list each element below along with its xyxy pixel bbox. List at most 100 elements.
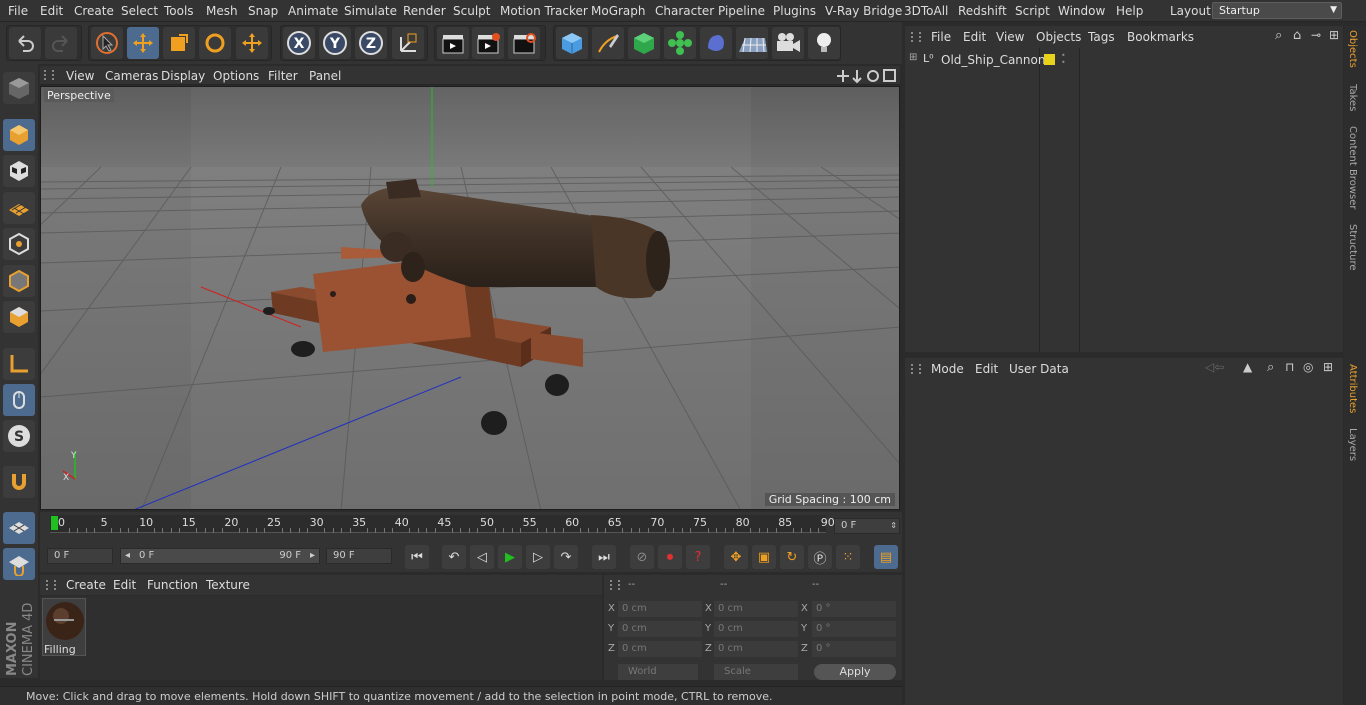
next-frame-button[interactable]: ▷ [526,545,550,569]
axis-mode-button[interactable] [3,348,35,380]
menu-motion-tracker[interactable]: Motion Tracker [500,4,588,18]
timeline-window-button[interactable]: ▤ [874,545,898,569]
rotate-button[interactable] [199,27,231,59]
mat-menu-edit[interactable]: Edit [113,578,136,592]
lock-icon[interactable]: ⊓ [1285,360,1294,374]
vp-menu-display[interactable]: Display [161,69,205,83]
playhead[interactable] [51,516,58,530]
om-menu-edit[interactable]: Edit [963,30,986,44]
render-settings-button[interactable] [508,27,540,59]
menu-simulate[interactable]: Simulate [344,4,397,18]
menu-create[interactable]: Create [74,4,114,18]
key-scale-button[interactable]: ▣ [752,545,776,569]
vp-menu-options[interactable]: Options [213,69,259,83]
points-mode-button[interactable] [3,228,35,260]
snap-button[interactable] [3,466,35,498]
menu-mograph[interactable]: MoGraph [591,4,646,18]
om-menu-view[interactable]: View [996,30,1024,44]
menu-plugins[interactable]: Plugins [773,4,816,18]
position-x-field[interactable]: 0 cm [618,601,702,617]
recent-tool-button[interactable] [236,27,268,59]
visibility-dots-icon[interactable]: • • [1061,52,1066,67]
add-view-icon[interactable]: ⊞ [1329,28,1339,42]
tab-attributes[interactable]: Attributes [1347,364,1358,413]
tab-layers[interactable]: Layers [1347,428,1358,461]
object-row[interactable]: ⊞ L⁰ Old_Ship_Cannon • • [905,50,1343,70]
record-button[interactable]: ⊘ [630,545,654,569]
timeline[interactable]: 0 5 10 15 20 25 30 35 40 45 50 55 60 65 70 75 80 85 90 0 F… [40,512,902,542]
rotation-h-field[interactable]: 0 ° [812,601,896,617]
add-view-icon[interactable]: ⊞ [1323,360,1333,374]
search-icon[interactable]: ⌕ [1267,360,1274,375]
menu-file[interactable]: File [8,4,28,18]
coordinate-system-button[interactable] [392,27,424,59]
subdivision-button[interactable] [628,27,660,59]
render-to-picture-viewer-button[interactable] [472,27,504,59]
scale-button[interactable] [163,27,195,59]
menu-pipeline[interactable]: Pipeline [718,4,765,18]
render-view-button[interactable] [437,27,469,59]
am-menu-mode[interactable]: Mode [931,362,964,376]
tab-takes[interactable]: Takes [1347,84,1358,111]
texture-mode-button[interactable] [3,155,35,187]
edges-mode-button[interactable] [3,265,35,297]
layout-select[interactable]: Startup ▼ [1212,2,1342,19]
redo-button[interactable] [45,27,77,59]
key-parameter-button[interactable]: Ⓟ [808,545,832,569]
menu-vray-bridge[interactable]: V-Ray Bridge [825,4,902,18]
expand-icon[interactable]: ⊞ [909,52,917,63]
model-mode-button[interactable] [3,119,35,151]
go-to-end-button[interactable]: ⏭ [592,545,616,569]
tab-content-browser[interactable]: Content Browser [1347,126,1358,209]
menu-3dtoall[interactable]: 3DToAll [904,4,948,18]
position-y-field[interactable]: 0 cm [618,621,702,637]
next-key-button[interactable]: ↷ [554,545,578,569]
tab-objects[interactable]: Objects [1347,30,1358,68]
live-selection-button[interactable] [91,27,123,59]
end-frame-field[interactable]: 90 F [326,548,392,564]
key-pla-button[interactable]: ⁙ [836,545,860,569]
back-arrow-icon[interactable]: ◁⇦ [1205,360,1224,374]
menu-redshift[interactable]: Redshift [958,4,1007,18]
menu-snap[interactable]: Snap [248,4,278,18]
current-frame-field[interactable]: 0 F ⇕ [834,518,900,534]
vp-menu-panel[interactable]: Panel [309,69,341,83]
cube-button[interactable] [556,27,588,59]
menu-select[interactable]: Select [121,4,158,18]
move-button[interactable] [127,27,159,59]
material-swatch[interactable]: Filling [42,598,86,656]
om-menu-file[interactable]: File [931,30,951,44]
pointer-icon[interactable]: ▲ [1243,360,1252,374]
start-frame-field[interactable]: 0 F [47,548,113,564]
deformer-button[interactable] [700,27,732,59]
vp-menu-filter[interactable]: Filter [268,69,298,83]
menu-window[interactable]: Window [1058,4,1105,18]
coordinate-mode-select[interactable]: World [618,664,698,680]
mat-menu-create[interactable]: Create [66,578,106,592]
om-menu-bookmarks[interactable]: Bookmarks [1127,30,1194,44]
menu-sculpt[interactable]: Sculpt [453,4,490,18]
polygons-mode-button[interactable] [3,301,35,333]
size-mode-select[interactable]: Scale [714,664,798,680]
y-axis-lock-button[interactable]: Y [319,27,351,59]
undo-button[interactable] [9,27,41,59]
menu-mesh[interactable]: Mesh [206,4,238,18]
object-name[interactable]: Old_Ship_Cannon [941,53,1045,67]
frame-range-slider[interactable]: ◂ 0 F 90 F ▸ [120,548,320,564]
pen-button[interactable] [592,27,624,59]
size-z-field[interactable]: 0 cm [714,641,798,657]
z-axis-lock-button[interactable]: Z [355,27,387,59]
home-icon[interactable]: ⌂ [1293,28,1301,43]
menu-tools[interactable]: Tools [164,4,194,18]
play-button[interactable]: ▶ [498,545,522,569]
perspective-viewport[interactable]: Y X Perspective Grid Spacing : 100 cm [40,86,900,510]
floor-button[interactable] [736,27,768,59]
target-icon[interactable]: ◎ [1303,360,1313,374]
keyframe-selection-button[interactable]: ? [686,545,710,569]
mat-menu-texture[interactable]: Texture [206,578,250,592]
size-y-field[interactable]: 0 cm [714,621,798,637]
menu-animate[interactable]: Animate [288,4,338,18]
prev-key-button[interactable]: ↶ [442,545,466,569]
apply-button[interactable]: Apply [814,664,896,680]
menu-character[interactable]: Character [655,4,714,18]
